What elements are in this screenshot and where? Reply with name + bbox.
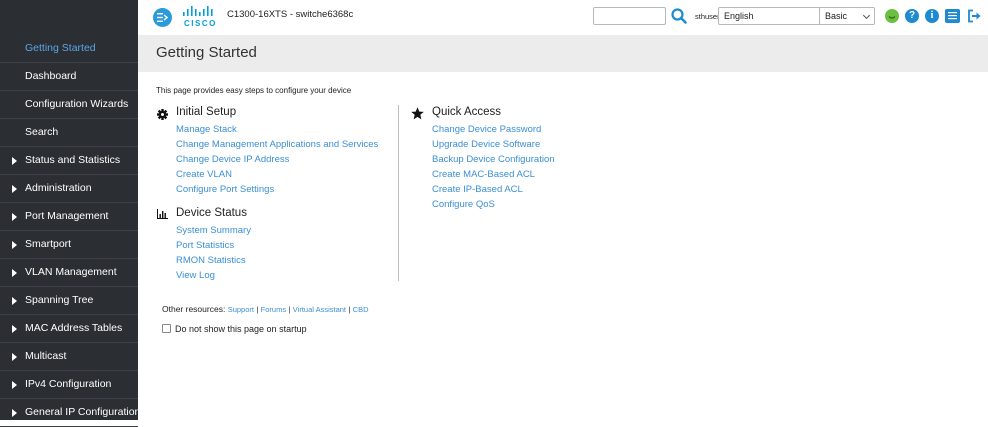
sidebar-item-label: Multicast	[25, 350, 67, 362]
sidebar: Getting Started Dashboard Configuration Wi…	[0, 0, 140, 427]
link-change-device-ip[interactable]: Change Device IP Address	[176, 154, 289, 165]
link-configure-port-settings[interactable]: Configure Port Settings	[176, 184, 274, 195]
link-create-mac-based-acl[interactable]: Create MAC-Based ACL	[432, 169, 535, 180]
logout-icon[interactable]	[967, 9, 982, 23]
sidebar-item-label: Administration	[25, 182, 92, 194]
bar-chart-icon	[157, 209, 168, 219]
resource-link-forums[interactable]: Forums	[261, 305, 286, 314]
language-select-value: English	[724, 11, 754, 21]
sidebar-item-ipv4-configuration[interactable]: IPv4 Configuration	[0, 371, 138, 399]
sidebar-item-label: Configuration Wizards	[25, 98, 129, 110]
cisco-bars-icon	[183, 6, 213, 16]
link-view-log[interactable]: View Log	[176, 270, 215, 281]
sidebar-item-administration[interactable]: Administration	[0, 175, 138, 203]
sidebar-item-smartport[interactable]: Smartport	[0, 231, 138, 259]
username: sthuser	[695, 12, 720, 21]
sidebar-item-label: Getting Started	[25, 42, 96, 54]
link-upgrade-device-software[interactable]: Upgrade Device Software	[432, 139, 540, 150]
sidebar-item-status-and-statistics[interactable]: Status and Statistics	[0, 147, 138, 175]
link-rmon-statistics[interactable]: RMON Statistics	[176, 255, 246, 266]
device-status-title: Device Status	[176, 207, 247, 219]
column-divider	[398, 105, 399, 281]
device-title: C1300-16XTS - switche6368c	[227, 9, 354, 20]
startup-checkbox-label: Do not show this page on startup	[175, 324, 307, 334]
resource-link-virtual-assistant[interactable]: Virtual Assistant	[293, 305, 346, 314]
caret-right-icon	[12, 409, 17, 417]
link-configure-qos[interactable]: Configure QoS	[432, 199, 495, 210]
initial-setup-title: Initial Setup	[176, 106, 237, 118]
quick-access-title: Quick Access	[432, 106, 502, 118]
sidebar-item-label: General IP Configuration	[25, 406, 141, 418]
caret-right-icon	[12, 241, 17, 249]
chevron-down-icon	[862, 11, 871, 20]
info-icon[interactable]: i	[925, 9, 939, 23]
caret-right-icon	[12, 325, 17, 333]
resource-link-support[interactable]: Support	[228, 305, 254, 314]
page-title: Getting Started	[156, 44, 257, 61]
resource-link-cbd[interactable]: CBD	[353, 305, 369, 314]
status-icon[interactable]	[885, 9, 899, 23]
sidebar-item-label: IPv4 Configuration	[25, 378, 112, 390]
caret-right-icon	[12, 269, 17, 277]
caret-right-icon	[12, 353, 17, 361]
menu-toggle-icon[interactable]	[153, 8, 172, 27]
mode-select-value: Basic	[825, 11, 848, 21]
sidebar-item-search[interactable]: Search	[0, 119, 138, 147]
link-system-summary[interactable]: System Summary	[176, 225, 251, 236]
sidebar-item-multicast[interactable]: Multicast	[0, 343, 138, 371]
search-input[interactable]	[593, 7, 666, 25]
sidebar-item-getting-started[interactable]: Getting Started	[0, 35, 138, 63]
sidebar-item-label: Smartport	[25, 238, 72, 250]
cisco-wordmark: CISCO	[184, 19, 217, 28]
link-manage-stack[interactable]: Manage Stack	[176, 124, 237, 135]
link-change-management-applications[interactable]: Change Management Applications and Servi…	[176, 139, 378, 150]
help-icon[interactable]: ?	[905, 9, 919, 23]
startup-checkbox[interactable]	[162, 324, 171, 333]
star-icon	[411, 107, 424, 120]
search-icon[interactable]	[671, 7, 687, 25]
caret-right-icon	[12, 157, 17, 165]
link-create-ip-based-acl[interactable]: Create IP-Based ACL	[432, 184, 523, 195]
link-backup-device-configuration[interactable]: Backup Device Configuration	[432, 154, 555, 165]
language-select[interactable]: English	[718, 7, 834, 25]
sidebar-item-label: Status and Statistics	[25, 154, 121, 166]
caret-right-icon	[12, 381, 17, 389]
other-resources-label: Other resources:	[162, 304, 226, 314]
gear-icon	[157, 109, 168, 120]
link-port-statistics[interactable]: Port Statistics	[176, 240, 234, 251]
top-bar: CISCO C1300-16XTS - switche6368c sthuser…	[138, 0, 988, 35]
link-change-device-password[interactable]: Change Device Password	[432, 124, 541, 135]
cisco-logo: CISCO	[182, 6, 218, 30]
sidebar-top	[0, 0, 138, 35]
sidebar-item-vlan-management[interactable]: VLAN Management	[0, 259, 138, 287]
sidebar-item-general-ip-configuration[interactable]: General IP Configuration	[0, 399, 141, 427]
mode-select[interactable]: Basic	[819, 7, 875, 25]
main-content: This page provides easy steps to configu…	[138, 72, 988, 420]
display-icon[interactable]	[945, 9, 960, 23]
caret-right-icon	[12, 213, 17, 221]
sidebar-item-label: VLAN Management	[25, 266, 117, 278]
link-create-vlan[interactable]: Create VLAN	[176, 169, 232, 180]
sidebar-item-port-management[interactable]: Port Management	[0, 203, 138, 231]
resource-separator: |	[288, 305, 291, 314]
caret-right-icon	[12, 185, 17, 193]
sidebar-item-dashboard[interactable]: Dashboard	[0, 63, 138, 91]
sidebar-item-label: Port Management	[25, 210, 109, 222]
page-intro: This page provides easy steps to configu…	[156, 86, 352, 95]
resource-separator: |	[348, 305, 351, 314]
resource-separator: |	[256, 305, 259, 314]
sidebar-item-configuration-wizards[interactable]: Configuration Wizards	[0, 91, 138, 119]
sidebar-item-mac-address-tables[interactable]: MAC Address Tables	[0, 315, 138, 343]
sidebar-item-label: Spanning Tree	[25, 294, 94, 306]
caret-right-icon	[12, 297, 17, 305]
sidebar-item-spanning-tree[interactable]: Spanning Tree	[0, 287, 138, 315]
sidebar-nav: Getting Started Dashboard Configuration Wi…	[0, 35, 141, 427]
sidebar-item-label: Dashboard	[25, 70, 77, 82]
page-header: Getting Started	[138, 35, 988, 72]
sidebar-item-label: Search	[25, 126, 59, 138]
other-resources: Other resources: Support | Forums | Virt…	[162, 304, 369, 314]
startup-option: Do not show this page on startup	[162, 324, 307, 334]
sidebar-item-label: MAC Address Tables	[25, 322, 123, 334]
